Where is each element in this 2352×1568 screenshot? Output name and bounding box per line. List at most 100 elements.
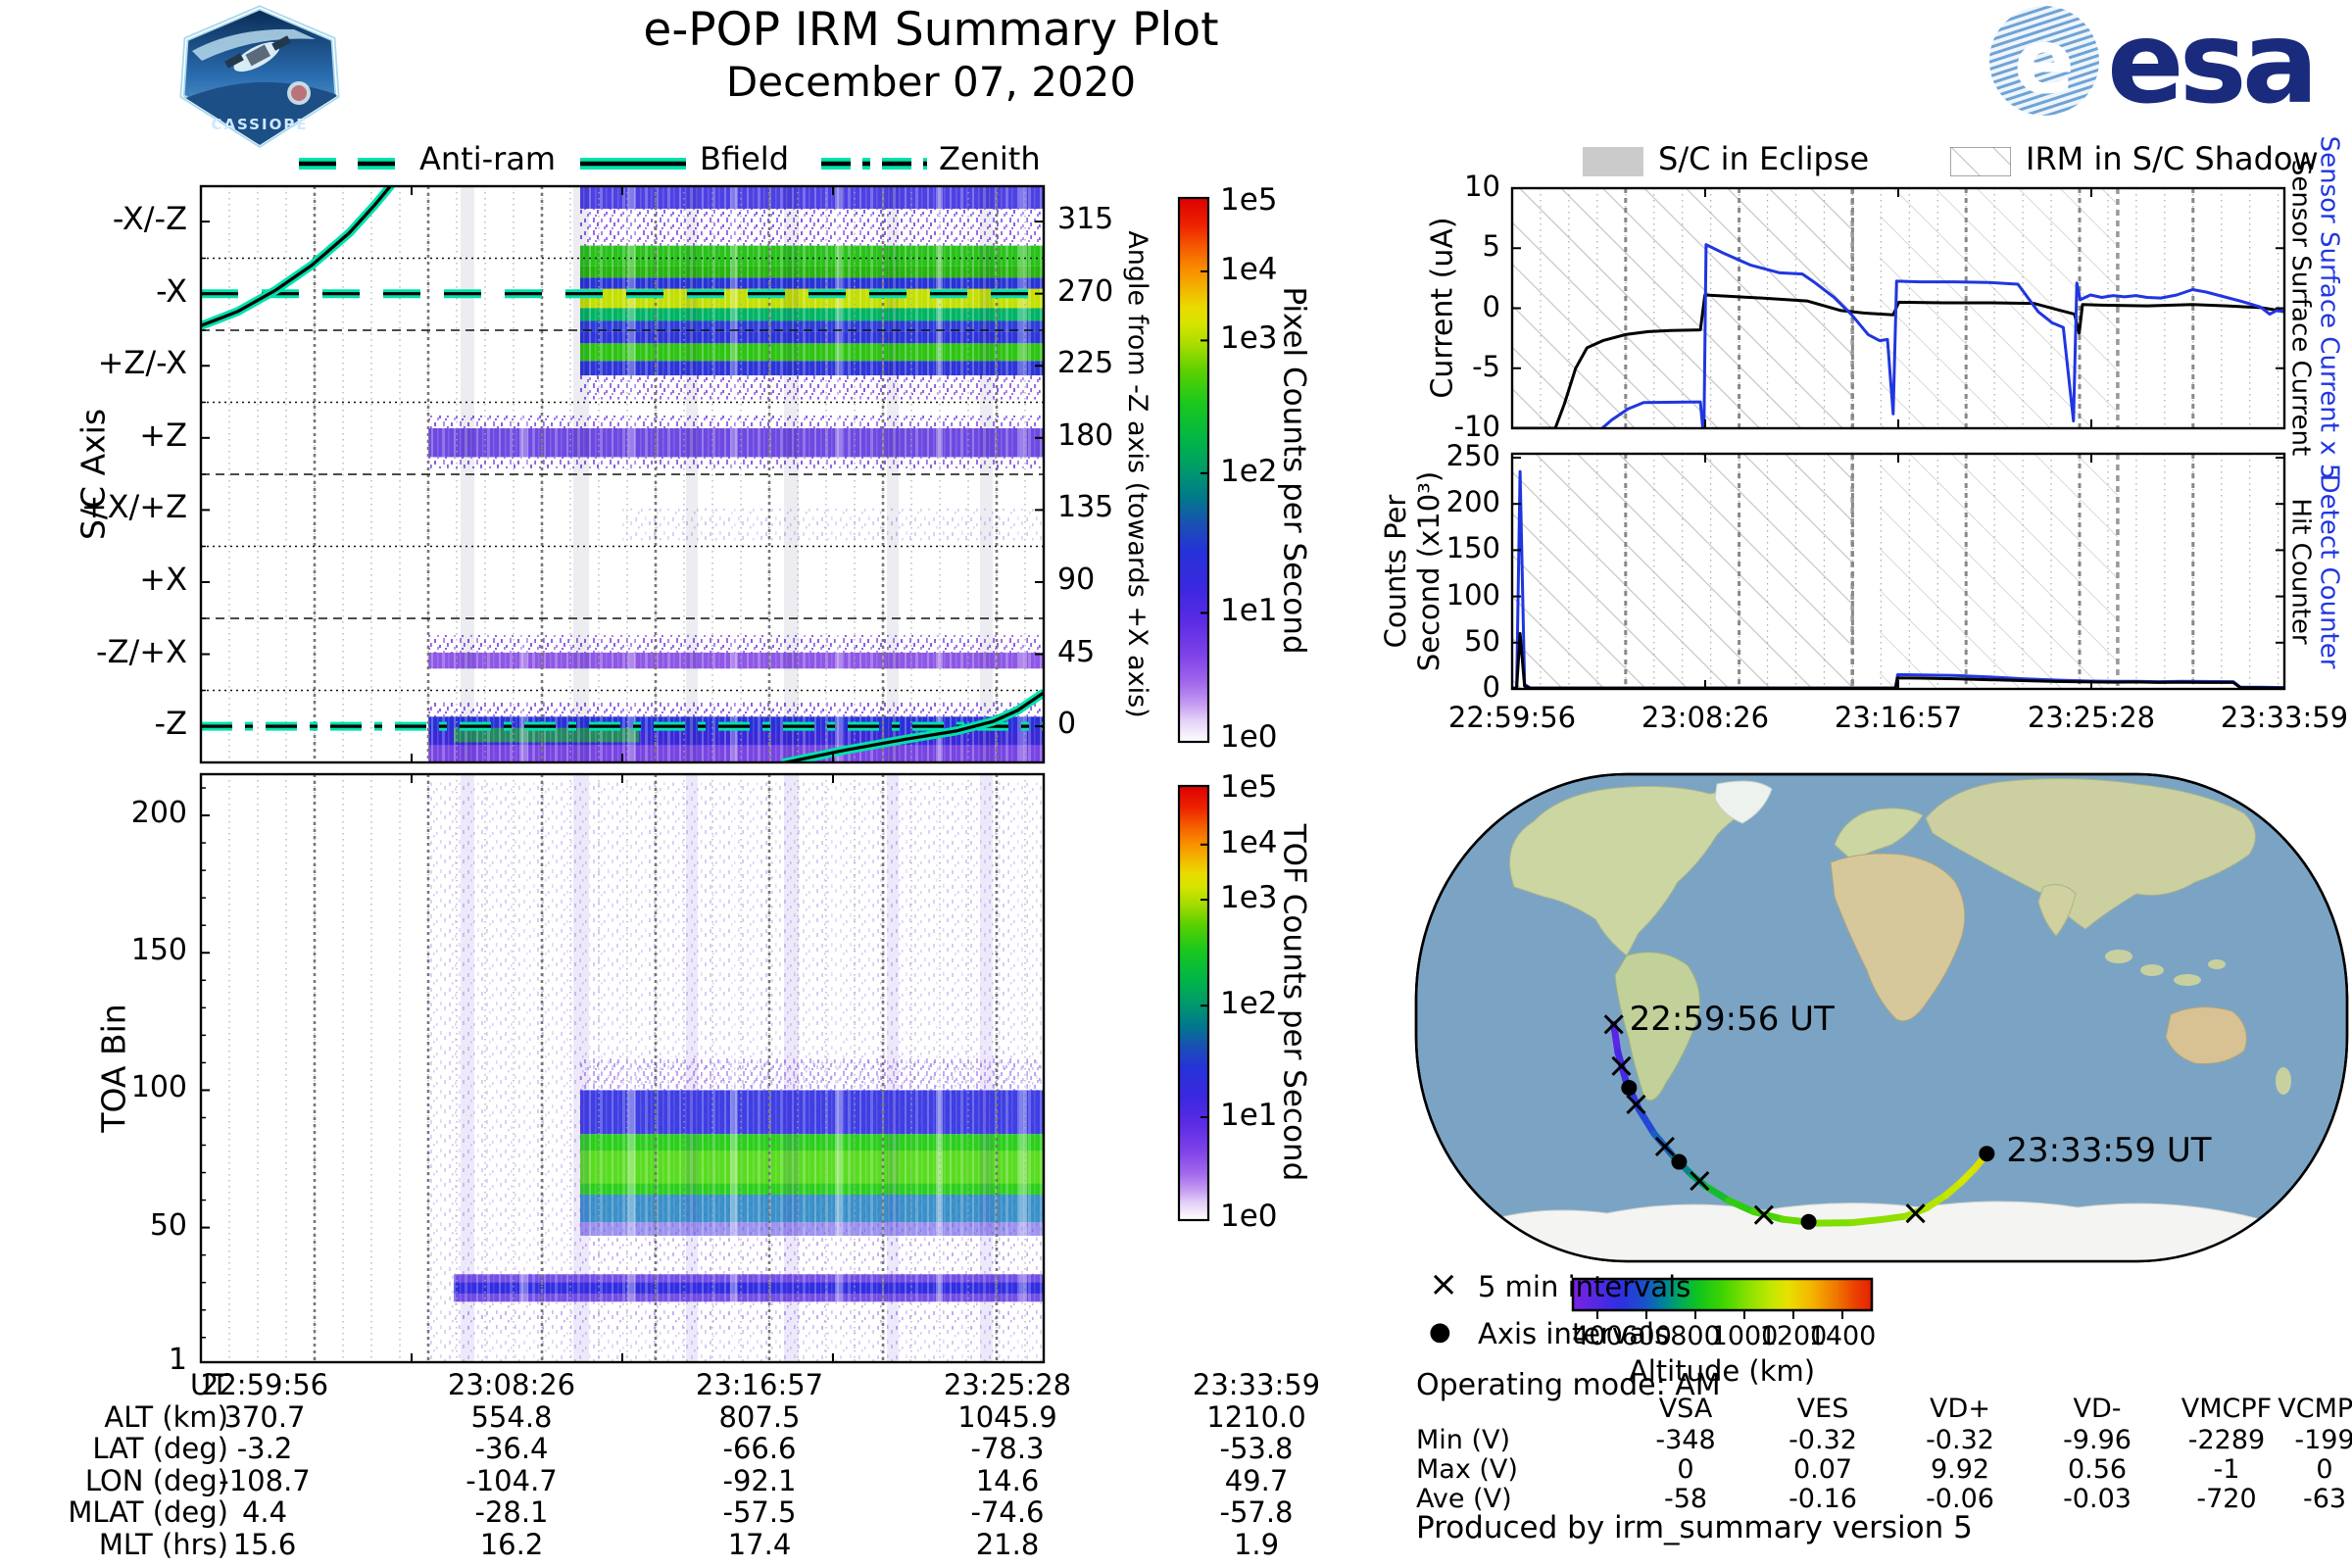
page-date: December 07, 2020: [725, 58, 1137, 106]
five-min-legend-label: 5 min intervals: [1478, 1270, 1691, 1303]
esa-globe-e: e: [2014, 9, 2075, 114]
axis-marker-icon: ●: [1429, 1317, 1451, 1347]
counts-ylabel-line2: Second (x10³): [1411, 470, 1446, 672]
sc-axis-tick: -X/-Z: [112, 200, 187, 238]
voltage-value: -720: [2196, 1484, 2257, 1514]
sc-axis-tick: -Z: [154, 705, 187, 743]
colorbar-tick-label: 1e4: [1220, 251, 1278, 287]
angle-tick: 45: [1057, 634, 1096, 669]
ephemeris-value: 22:59:56: [200, 1368, 329, 1401]
voltage-value: 0.56: [2067, 1454, 2128, 1485]
voltage-value: -0.16: [1788, 1484, 1857, 1514]
zenith-line-icon: [821, 158, 927, 170]
sc-axis-tick: -X: [156, 271, 187, 310]
voltage-column-header: VCMPB: [2278, 1394, 2352, 1424]
ephemeris-value: 14.6: [975, 1463, 1040, 1497]
current-ylabel: Current (uA): [1425, 217, 1460, 399]
ground-track-map: [1414, 772, 2349, 1263]
voltage-row-label: Ave (V): [1416, 1484, 1512, 1514]
ephemeris-value: 49.7: [1224, 1463, 1289, 1497]
colorbar-tick-label: 1e1: [1220, 593, 1278, 629]
five-min-marker-icon: ×: [1429, 1264, 1459, 1304]
ephemeris-value: -92.1: [722, 1463, 797, 1497]
colorbar-tick-label: 1e5: [1220, 769, 1278, 806]
voltage-value: -348: [1655, 1425, 1716, 1455]
ephemeris-value: 807.5: [718, 1399, 801, 1434]
toa-tick: 1: [168, 1343, 187, 1377]
toa-tick: 100: [130, 1070, 187, 1105]
time-tick: 23:08:26: [1641, 701, 1770, 734]
track-start-label: 22:59:56 UT: [1629, 1000, 1835, 1040]
voltage-column-header: VMCPF: [2180, 1394, 2273, 1424]
sc-axis-tick: -Z/+X: [96, 632, 187, 670]
counts-tick: 100: [1446, 577, 1500, 612]
voltage-value: 0.07: [1792, 1454, 1853, 1485]
altitude-colorbar-title: Altitude (km): [1628, 1354, 1816, 1388]
altitude-tick: 600: [1621, 1321, 1672, 1351]
current-tick: 10: [1464, 170, 1500, 203]
ephemeris-row-label: ALT (km): [104, 1399, 228, 1434]
counts-tick: 250: [1446, 439, 1500, 472]
voltage-value: -0.03: [2063, 1484, 2132, 1514]
page-title: e-POP IRM Summary Plot: [643, 3, 1219, 57]
counts-tick: 0: [1482, 670, 1500, 704]
altitude-tick: 1400: [1808, 1321, 1877, 1351]
ephemeris-row-label: LAT (deg): [92, 1432, 228, 1465]
bfield-line-icon: [580, 158, 686, 170]
sc-axis-tick: +X/+Z: [80, 488, 187, 526]
ephemeris-value: -57.5: [722, 1495, 797, 1529]
ephemeris-row-label: LON (deg): [84, 1463, 228, 1497]
ephemeris-value: 1045.9: [957, 1399, 1057, 1434]
ephemeris-value: 15.6: [232, 1527, 297, 1561]
plot-canvas: CASSIOPE e esa: [179, 0, 2349, 1364]
current-tick: -5: [1472, 349, 1500, 383]
ephemeris-value: 23:16:57: [695, 1368, 824, 1401]
toa-tick: 200: [130, 796, 187, 831]
ephemeris-value: 1210.0: [1206, 1399, 1306, 1434]
cassiope-patch-logo: CASSIOPE: [179, 5, 340, 148]
ephemeris-value: 17.4: [727, 1527, 792, 1561]
voltage-row-label: Max (V): [1416, 1454, 1518, 1485]
sensor-current-right-label: Sensor Surface Current: [2285, 159, 2316, 457]
shadow-swatch-icon: [1950, 147, 2011, 176]
voltage-value: -63: [2302, 1484, 2347, 1514]
anti-ram-line-icon: [299, 158, 405, 170]
epop-irm-summary-figure: CASSIOPE e esa e-POP IRM Summary Plot De…: [0, 0, 2352, 1568]
produced-by-footer: Produced by irm_summary version 5: [1416, 1510, 1973, 1545]
toa-tick: 50: [149, 1207, 187, 1243]
colorbar-tick-label: 1e1: [1220, 1098, 1278, 1133]
voltage-value: 9.92: [1930, 1454, 1990, 1485]
voltage-value: -199: [2294, 1425, 2352, 1455]
ephemeris-value: -3.2: [236, 1432, 293, 1465]
time-tick: 22:59:56: [1447, 701, 1577, 734]
current-tick: -10: [1453, 410, 1500, 443]
ephemeris-value: -66.6: [722, 1432, 797, 1465]
ephemeris-value: 370.7: [223, 1399, 306, 1434]
voltage-value: -0.32: [1788, 1425, 1857, 1455]
angle-tick: 270: [1057, 273, 1114, 309]
angle-tick: 315: [1057, 202, 1114, 237]
current-tick: 0: [1482, 289, 1500, 323]
angle-tick: 225: [1057, 346, 1114, 381]
ephemeris-value: -57.8: [1219, 1495, 1294, 1529]
ephemeris-value: 16.2: [479, 1527, 544, 1561]
toa-tick: 150: [130, 933, 187, 968]
angle-tick: 0: [1057, 707, 1077, 742]
voltage-value: -0.32: [1926, 1425, 1994, 1455]
counts-ylabel-line1: Counts Per: [1378, 494, 1412, 649]
ephemeris-value: 23:25:28: [943, 1368, 1072, 1401]
colorbar-tick-label: 1e2: [1220, 986, 1278, 1022]
angle-tick: 90: [1057, 562, 1096, 597]
voltage-column-header: VD-: [2073, 1394, 2122, 1424]
ephemeris-value: 23:08:26: [447, 1368, 576, 1401]
colorbar-tick-label: 1e0: [1220, 1198, 1278, 1234]
altitude-tick: 400: [1572, 1321, 1623, 1351]
voltage-value: -1: [2213, 1454, 2240, 1485]
pixel-counts-colorbar-label: Pixel Counts per Second: [1276, 286, 1312, 655]
voltage-value: 0: [2316, 1454, 2333, 1485]
voltage-row-label: Min (V): [1416, 1425, 1511, 1455]
tof-counts-colorbar-label: TOF Counts per Second: [1276, 823, 1312, 1182]
anti-ram-label: Anti-ram: [419, 140, 557, 177]
time-tick: 23:25:28: [2027, 701, 2156, 734]
ephemeris-value: 23:33:59: [1192, 1368, 1321, 1401]
